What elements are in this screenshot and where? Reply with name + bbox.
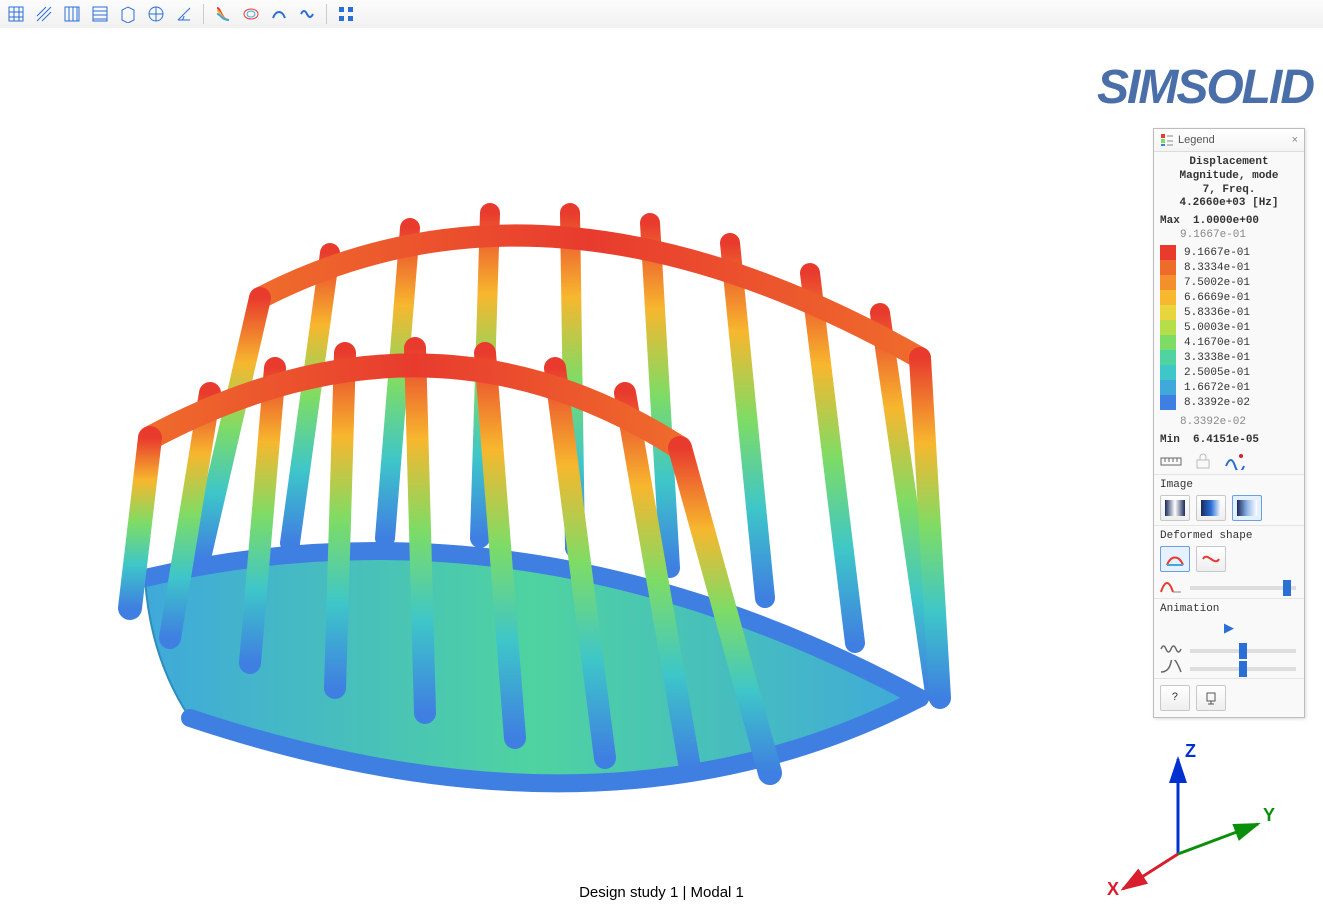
legend-top-tick: 9.1667e-01 [1154,229,1304,245]
tb-contour-c[interactable] [267,2,291,26]
pin-button[interactable] [1196,685,1226,711]
tb-grid-b[interactable] [88,2,112,26]
deform-scale-icon [1160,578,1182,594]
tb-hatch[interactable] [32,2,56,26]
animation-play-button[interactable]: ▶ [1160,619,1298,642]
legend-footer: ? [1154,678,1304,717]
animation-speed-slider[interactable] [1190,649,1296,653]
image-style-c[interactable] [1232,495,1262,521]
legend-header[interactable]: Legend × [1154,129,1304,152]
deform-scale-slider[interactable] [1190,586,1296,590]
image-style-b[interactable] [1196,495,1226,521]
probe-icon[interactable] [1224,452,1246,470]
legend-row: 9.1667e-01 [1160,245,1298,260]
legend-close-icon[interactable]: × [1292,134,1298,146]
toolbar-separator [326,4,327,24]
tb-contour-a[interactable] [211,2,235,26]
tb-pattern[interactable] [334,2,358,26]
axis-z-label: Z [1185,741,1196,761]
legend-row: 5.8336e-01 [1160,305,1298,320]
legend-row: 3.3338e-01 [1160,350,1298,365]
tb-contour-b[interactable] [239,2,263,26]
legend-bottom-tick: 8.3392e-02 [1154,414,1304,432]
axis-x-label: X [1107,879,1119,899]
legend-animation-section: Animation ▶ [1154,598,1304,678]
legend-result-title: Displacement Magnitude, mode 7, Freq. 4.… [1154,152,1304,213]
legend-panel: Legend × Displacement Magnitude, mode 7,… [1153,128,1305,718]
legend-row: 8.3392e-02 [1160,395,1298,410]
tb-grid-a[interactable] [60,2,84,26]
image-style-a[interactable] [1160,495,1190,521]
tb-compass[interactable] [144,2,168,26]
model-bridge [90,158,970,878]
legend-row: 4.1670e-01 [1160,335,1298,350]
ruler-icon[interactable] [1160,452,1182,470]
legend-row: 1.6672e-01 [1160,380,1298,395]
legend-image-section: Image [1154,474,1304,525]
deformed-mirror[interactable] [1196,546,1226,572]
legend-row: 5.0003e-01 [1160,320,1298,335]
tb-mesh[interactable] [4,2,28,26]
legend-deformed-section: Deformed shape [1154,525,1304,598]
legend-row: 8.3334e-01 [1160,260,1298,275]
legend-row: 6.6669e-01 [1160,290,1298,305]
legend-row: 2.5005e-01 [1160,365,1298,380]
tb-contour-d[interactable] [295,2,319,26]
legend-min-row: Min 6.4151e-05 [1154,432,1304,448]
legend-tool-row [1154,448,1304,474]
lock-icon[interactable] [1192,452,1214,470]
legend-icon [1160,133,1174,147]
study-label: Design study 1 | Modal 1 [579,884,744,901]
tb-angle[interactable] [172,2,196,26]
tb-wire[interactable] [116,2,140,26]
viewport-3d[interactable]: SIMSOLID [0,28,1323,919]
coordinate-triad[interactable]: Z Y X [1083,739,1283,899]
legend-title: Legend [1178,134,1215,146]
legend-row: 7.5002e-01 [1160,275,1298,290]
main-toolbar [0,0,1323,29]
brand-logo: SIMSOLID [1097,60,1313,115]
frequency-icon [1160,642,1182,656]
ease-icon [1160,660,1182,674]
deformed-on[interactable] [1160,546,1190,572]
axis-y-label: Y [1263,805,1275,825]
help-button[interactable]: ? [1160,685,1190,711]
legend-color-scale: 9.1667e-018.3334e-017.5002e-016.6669e-01… [1154,245,1304,414]
toolbar-separator [203,4,204,24]
legend-max-row: Max 1.0000e+00 [1154,213,1304,229]
animation-frames-slider[interactable] [1190,667,1296,671]
